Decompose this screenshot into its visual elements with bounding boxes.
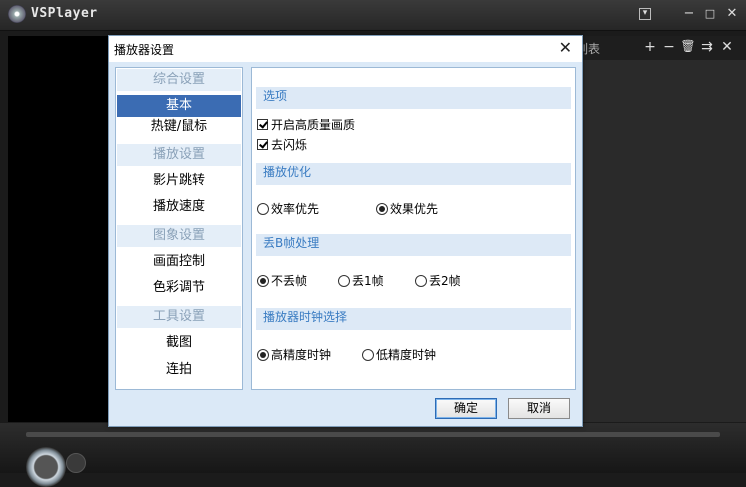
nav-item-seek[interactable]: 影片跳转	[117, 170, 241, 192]
checkbox-checked-icon[interactable]	[257, 119, 268, 130]
app-titlebar: VSPlayer ▾ − □ ✕	[0, 0, 746, 31]
radio-selected-icon[interactable]	[376, 203, 388, 215]
playlist-panel: 列表 + − 🗑 ⇉ ✕	[576, 36, 746, 422]
section-options: 选项	[256, 87, 571, 109]
nav-item-burst[interactable]: 连拍	[117, 359, 241, 381]
section-frame-drop: 丢B帧处理	[256, 234, 571, 256]
close-playlist-icon[interactable]: ✕	[719, 39, 735, 55]
progress-bar[interactable]	[26, 432, 720, 437]
app-logo-icon	[8, 5, 26, 23]
dialog-close-icon[interactable]: ✕	[559, 38, 572, 57]
ok-button[interactable]: 确定	[435, 398, 497, 419]
dialog-title: 播放器设置	[114, 43, 175, 57]
settings-content: 选项 开启高质量画质 去闪烁 播放优化 效率优先 效果优先 丢B帧处理 不丢帧 …	[251, 67, 576, 390]
nav-item-speed[interactable]: 播放速度	[117, 196, 241, 218]
remove-icon[interactable]: −	[661, 39, 677, 55]
playlist-header: 列表 + − 🗑 ⇉ ✕	[576, 36, 746, 60]
nav-item-color[interactable]: 色彩调节	[117, 277, 241, 299]
cancel-button[interactable]: 取消	[508, 398, 570, 419]
nav-item-picture[interactable]: 画面控制	[117, 251, 241, 273]
nav-item-screenshot[interactable]: 截图	[117, 332, 241, 354]
app-title: VSPlayer	[31, 6, 98, 21]
add-icon[interactable]: +	[642, 39, 658, 55]
settings-dialog: 播放器设置 ✕ 综合设置 基本 热键/鼠标 播放设置 影片跳转 播放速度 图象设…	[108, 35, 583, 427]
nav-item-hotkeys[interactable]: 热键/鼠标	[117, 116, 241, 138]
nav-category-image: 图象设置	[117, 225, 241, 247]
stop-button[interactable]	[66, 453, 86, 473]
sort-icon[interactable]: ⇉	[699, 39, 715, 55]
radio-icon[interactable]	[362, 349, 374, 361]
radio-icon[interactable]	[257, 203, 269, 215]
nav-category-general: 综合设置	[117, 69, 241, 91]
minimize-icon[interactable]: −	[681, 6, 697, 22]
menu-icon[interactable]: ▾	[639, 8, 651, 20]
maximize-icon[interactable]: □	[702, 6, 718, 22]
radio-selected-icon[interactable]	[257, 349, 269, 361]
settings-nav: 综合设置 基本 热键/鼠标 播放设置 影片跳转 播放速度 图象设置 画面控制 色…	[115, 67, 243, 390]
play-button[interactable]	[26, 447, 66, 487]
radio-icon[interactable]	[338, 275, 350, 287]
dialog-titlebar: 播放器设置 ✕	[109, 36, 582, 62]
section-clock: 播放器时钟选择	[256, 308, 571, 330]
control-bar	[0, 423, 746, 487]
nav-category-playback: 播放设置	[117, 144, 241, 166]
trash-icon[interactable]: 🗑	[680, 39, 696, 53]
close-app-icon[interactable]: ✕	[724, 6, 740, 22]
nav-category-tools: 工具设置	[117, 306, 241, 328]
radio-icon[interactable]	[415, 275, 427, 287]
nav-item-basic[interactable]: 基本	[117, 95, 241, 117]
checkbox-checked-icon[interactable]	[257, 139, 268, 150]
section-optimize: 播放优化	[256, 163, 571, 185]
radio-selected-icon[interactable]	[257, 275, 269, 287]
